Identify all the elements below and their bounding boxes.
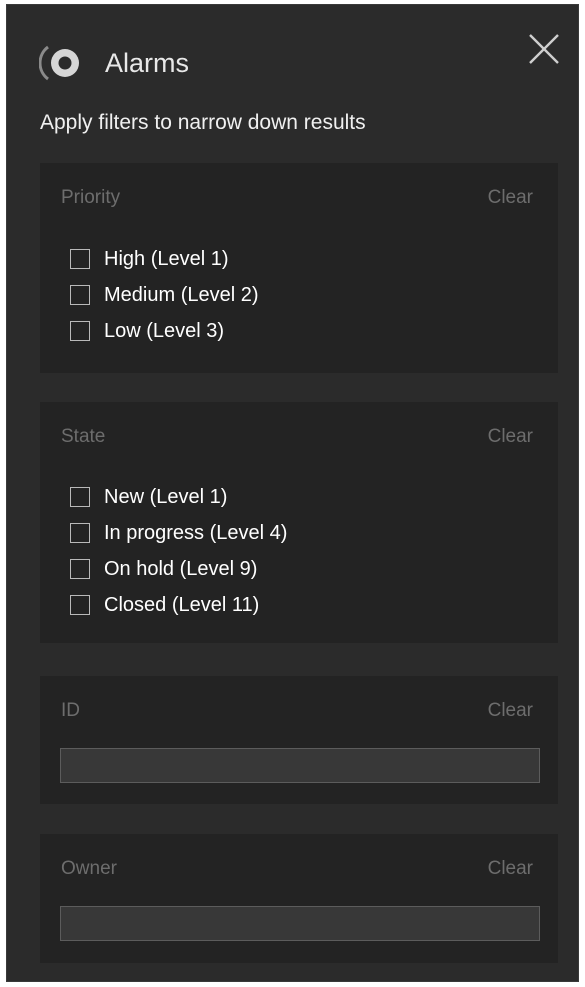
checkbox[interactable] [70, 321, 90, 341]
id-section-header: ID Clear [61, 700, 533, 722]
priority-filter-section: Priority Clear High (Level 1) Medium (Le… [40, 163, 558, 373]
state-section-header: State Clear [61, 426, 533, 448]
owner-clear-button[interactable]: Clear [488, 858, 533, 880]
option-label: On hold (Level 9) [104, 557, 258, 580]
checkbox[interactable] [70, 595, 90, 615]
owner-filter-section: Owner Clear [40, 834, 558, 963]
option-label: Closed (Level 11) [104, 593, 260, 616]
option-label: Medium (Level 2) [104, 283, 259, 306]
checkbox[interactable] [70, 523, 90, 543]
checkbox[interactable] [70, 559, 90, 579]
state-clear-button[interactable]: Clear [488, 426, 533, 448]
alarms-filter-panel: Alarms Apply filters to narrow down resu… [6, 4, 579, 982]
option-label: In progress (Level 4) [104, 521, 288, 544]
id-input[interactable] [60, 748, 540, 783]
state-option-new[interactable]: New (Level 1) [70, 483, 227, 511]
header: Alarms [39, 43, 189, 83]
state-section-label: State [61, 426, 106, 447]
owner-input[interactable] [60, 906, 540, 941]
id-section-label: ID [61, 700, 80, 721]
priority-option-high[interactable]: High (Level 1) [70, 245, 229, 273]
id-filter-section: ID Clear [40, 676, 558, 804]
option-label: Low (Level 3) [104, 319, 225, 342]
window-title: Alarms [105, 47, 190, 78]
state-filter-section: State Clear New (Level 1) In progress (L… [40, 402, 558, 643]
option-label: New (Level 1) [104, 485, 228, 508]
owner-section-label: Owner [61, 858, 117, 879]
checkbox[interactable] [70, 487, 90, 507]
state-option-on-hold[interactable]: On hold (Level 9) [70, 555, 257, 583]
owner-section-header: Owner Clear [61, 858, 533, 880]
id-clear-button[interactable]: Clear [488, 700, 533, 722]
filter-instructions: Apply filters to narrow down results [40, 111, 366, 134]
close-icon[interactable] [526, 31, 562, 67]
checkbox[interactable] [70, 285, 90, 305]
checkbox[interactable] [70, 249, 90, 269]
priority-option-low[interactable]: Low (Level 3) [70, 317, 224, 345]
alarm-logo-icon [39, 45, 79, 81]
state-option-in-progress[interactable]: In progress (Level 4) [70, 519, 287, 547]
priority-clear-button[interactable]: Clear [488, 187, 533, 209]
state-option-closed[interactable]: Closed (Level 11) [70, 591, 259, 619]
option-label: High (Level 1) [104, 247, 229, 270]
priority-option-medium[interactable]: Medium (Level 2) [70, 281, 259, 309]
priority-section-header: Priority Clear [61, 187, 533, 209]
priority-section-label: Priority [61, 187, 121, 208]
